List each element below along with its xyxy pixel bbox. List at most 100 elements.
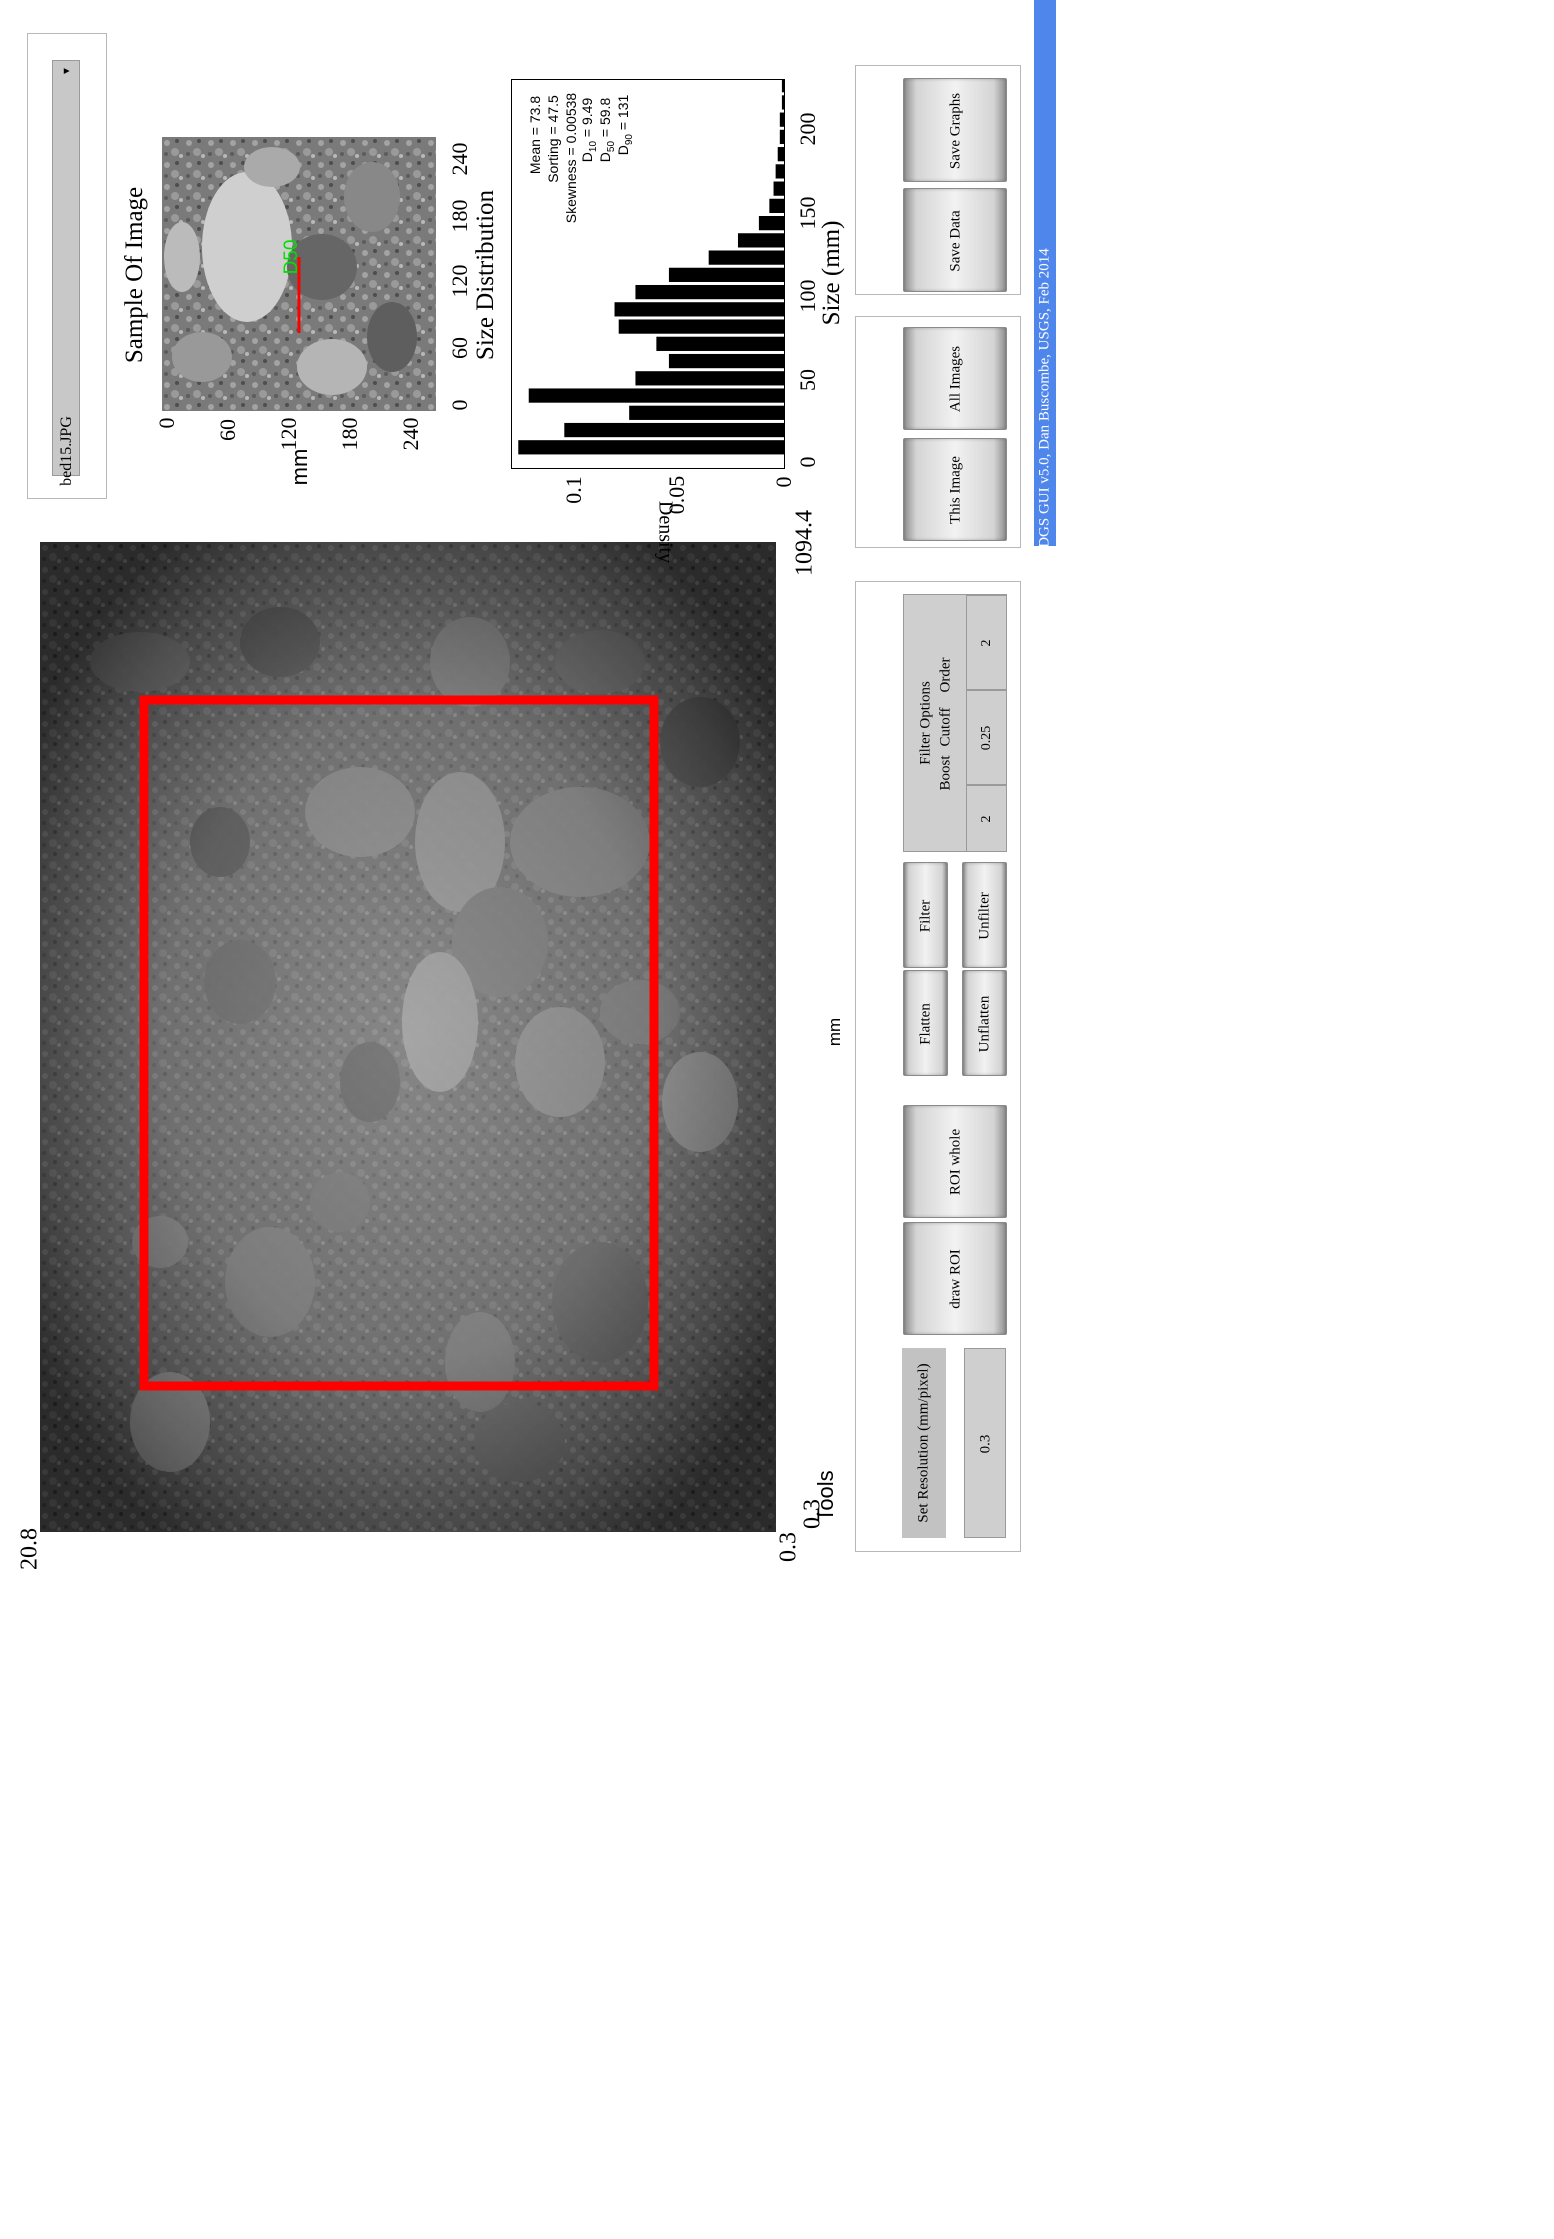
stat-mean: Mean = 73.8 [527,95,543,175]
stat-sorting: Sorting = 47.5 [545,95,561,183]
chart-ytick-0.1: 0.1 [561,476,586,504]
resolution-input[interactable]: 0.3 [964,1348,1006,1538]
unflatten-label: Unflatten [976,995,993,1053]
draw-roi-button[interactable]: draw ROI [903,1222,1007,1335]
stat-d90-sub: 90 [623,134,635,146]
distribution-bar [656,336,784,351]
all-images-label: All Images [947,345,964,413]
distribution-bar [668,353,784,369]
filter-order-value: 2 [979,639,994,647]
main-y-tick-bottom: 0.3 [775,1532,802,1562]
distribution-bar [737,233,784,248]
distribution-bar [635,371,784,386]
stat-d90-val: = 131 [615,94,632,135]
flatten-button[interactable]: Flatten [903,970,948,1076]
set-resolution-label-box: Set Resolution (mm/pixel) [902,1348,946,1538]
filter-order-input[interactable]: 2 [966,595,1007,690]
stat-d50-val: = 59.8 [597,97,614,141]
flatten-label: Flatten [917,1003,934,1045]
stat-d90: D90 = 131 [615,95,635,156]
resolution-value: 0.3 [977,1434,994,1454]
distribution-bar [773,181,784,196]
sample-xtick-120: 120 [447,264,472,298]
all-images-button[interactable]: All Images [903,327,1007,430]
chart-xtick-0: 0 [795,456,820,468]
distribution-bar [781,95,784,110]
distribution-bar [775,164,784,179]
sample-title: Sample Of Image [121,186,148,364]
filter-options-box: Filter Options Boost Cutoff Order 2 0.25… [903,594,1007,852]
sample-ylabel: mm [287,448,312,486]
chart-xtick-50: 50 [795,369,820,391]
distribution-bar [779,112,784,127]
sample-ytick-0: 0 [154,417,179,429]
filter-boost-value: 2 [979,815,994,823]
sample-xtick-60: 60 [447,337,472,359]
stat-d10-val: = 9.49 [579,97,596,141]
main-image [40,542,776,1532]
distribution-bar [518,440,784,455]
credit-bar: DGS GUI v5.0, Dan Buscombe, USGS, Feb 20… [1034,0,1056,548]
distribution-bar [564,422,784,438]
save-data-label: Save Data [947,210,964,272]
stat-d90-base: D [615,145,632,156]
filter-cutoff-input[interactable]: 0.25 [966,690,1007,785]
filter-header-boost: Boost [937,755,954,791]
distribution-bar [528,388,784,403]
sample-ytick-240: 240 [398,417,423,451]
this-image-button[interactable]: This Image [903,438,1007,541]
distribution-bar [781,80,784,93]
distribution-bar [777,147,784,162]
distribution-bar [614,302,784,317]
filter-header-cutoff: Cutoff [937,707,954,747]
filter-boost-input[interactable]: 2 [966,785,1007,852]
distribution-bar [635,284,784,300]
filter-header-order: Order [937,657,954,693]
unfilter-label: Unfilter [976,892,993,940]
sample-ytick-120: 120 [276,417,301,451]
sample-ytick-180: 180 [337,417,362,451]
stat-d10: D10 = 9.49 [579,98,599,162]
stat-d50-base: D [597,152,614,163]
distribution-bar [618,319,784,334]
distribution-bar [629,405,784,420]
chart-ytick-0: 0 [771,476,796,488]
tools-title: Tools [813,1470,838,1522]
sample-ytick-60: 60 [215,419,240,441]
distribution-bar [708,250,784,265]
roi-whole-label: ROI whole [947,1128,964,1196]
filter-options-title: Filter Options [917,681,934,765]
credit-text: DGS GUI v5.0, Dan Buscombe, USGS, Feb 20… [1036,248,1053,548]
filter-button[interactable]: Filter [903,862,948,968]
save-graphs-label: Save Graphs [947,92,964,170]
sample-xtick-180: 180 [447,199,472,233]
distribution-bar [769,198,784,214]
chart-xtick-200: 200 [795,112,820,146]
stat-d10-base: D [579,152,596,163]
this-image-label: This Image [947,456,964,524]
sample-xtick-0: 0 [447,399,472,411]
unflatten-button[interactable]: Unflatten [962,970,1007,1076]
distribution-bar [668,267,784,282]
main-x-tick-right: 1094.4 [791,510,818,576]
unfilter-button[interactable]: Unfilter [962,862,1007,968]
filter-label: Filter [917,899,934,933]
main-y-tick-top: 20.8 [16,1528,43,1570]
stat-skewness: Skewness = 0.00538 [563,92,579,224]
chevron-down-icon: ▼ [61,66,73,76]
filter-cutoff-value: 0.25 [979,725,994,751]
sample-xtick-240: 240 [447,142,472,176]
set-resolution-label: Set Resolution (mm/pixel) [915,1363,932,1523]
chart-title: Size Distribution [472,189,499,361]
main-image-axes[interactable] [40,542,776,1532]
draw-roi-label: draw ROI [947,1249,964,1309]
d50-marker-label: D50 [281,239,302,275]
save-graphs-button[interactable]: Save Graphs [903,78,1007,182]
roi-whole-button[interactable]: ROI whole [903,1105,1007,1218]
stat-d50: D50 = 59.8 [597,98,617,162]
save-data-button[interactable]: Save Data [903,188,1007,292]
file-selector-dropdown[interactable]: bed15.JPG ▼ [52,60,80,486]
chart-ylabel: Density [654,500,677,564]
chart-stats: Mean = 73.8 Sorting = 47.5 Skewness = 0.… [525,80,635,280]
distribution-bar [779,129,784,145]
